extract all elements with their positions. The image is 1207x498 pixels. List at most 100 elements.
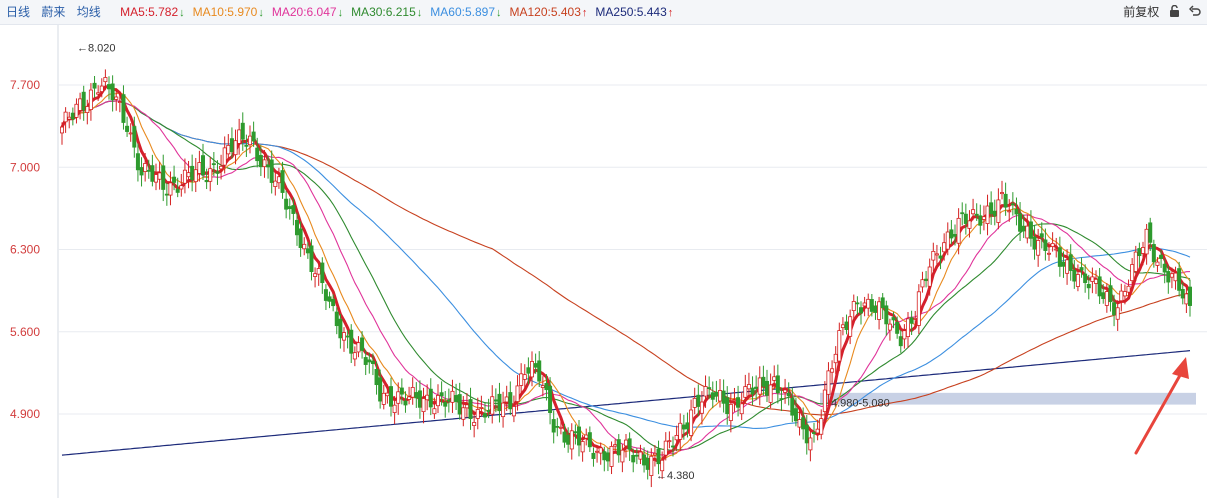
candle-down xyxy=(280,170,285,193)
candle-down xyxy=(378,377,383,402)
candle-up xyxy=(490,396,495,415)
candle-up xyxy=(609,446,614,467)
lock-icon[interactable] xyxy=(1169,4,1183,19)
candle-up xyxy=(887,323,892,331)
candle-down xyxy=(482,413,487,418)
candle-down xyxy=(1018,213,1023,232)
candle-down xyxy=(70,112,75,120)
candle-down xyxy=(107,84,112,90)
candle-down xyxy=(1086,283,1091,289)
candle-down xyxy=(345,335,350,338)
candle-up xyxy=(913,317,918,320)
candle-up xyxy=(208,168,213,182)
candle-down xyxy=(334,311,339,327)
candle-up xyxy=(67,116,72,120)
candle-down xyxy=(110,83,115,101)
candle-up xyxy=(783,389,788,393)
candle-up xyxy=(313,273,318,277)
candle-down xyxy=(1072,269,1077,282)
candle-up xyxy=(117,101,122,103)
candle-down xyxy=(1188,286,1193,306)
candle-down xyxy=(1162,263,1167,273)
candle-down xyxy=(591,452,596,459)
candle-down xyxy=(1083,273,1088,284)
candle-up xyxy=(193,169,198,183)
candle-up xyxy=(598,447,603,454)
arrow-down-icon: ↓ xyxy=(496,7,502,19)
candle-down xyxy=(132,126,137,148)
candle-down xyxy=(750,387,755,395)
tab-ma[interactable]: 均线 xyxy=(77,5,101,19)
candle-up xyxy=(797,419,802,428)
candle-up xyxy=(739,403,744,415)
candle-down xyxy=(1057,247,1062,267)
candle-down xyxy=(1112,302,1117,316)
candle-down xyxy=(873,305,878,313)
candle-up xyxy=(689,409,694,436)
tab-period[interactable]: 日线 xyxy=(6,5,30,19)
candle-up xyxy=(425,394,430,401)
candle-up xyxy=(63,111,68,123)
candle-up xyxy=(479,407,484,409)
candle-up xyxy=(678,422,683,440)
candle-down xyxy=(855,302,860,305)
candle-up xyxy=(1155,261,1160,266)
candle-down xyxy=(775,375,780,394)
candle-down xyxy=(493,399,498,402)
candle-up xyxy=(663,440,668,456)
candle-down xyxy=(370,360,375,364)
candle-up xyxy=(186,172,191,178)
tab-symbol[interactable]: 蔚来 xyxy=(41,5,65,19)
candle-down xyxy=(634,454,639,457)
candle-up xyxy=(182,169,187,184)
undo-icon[interactable] xyxy=(1188,5,1201,19)
adjust-button[interactable]: 前复权 xyxy=(1123,5,1159,19)
candle-down xyxy=(266,164,271,168)
candle-down xyxy=(681,424,686,430)
candle-down xyxy=(602,451,607,461)
candle-up xyxy=(699,401,704,414)
candle-down xyxy=(526,367,531,374)
candle-down xyxy=(229,138,234,153)
candle-up xyxy=(381,392,386,405)
high-price-label: ←8.020 xyxy=(77,42,116,54)
candle-up xyxy=(1115,307,1120,320)
candle-down xyxy=(754,386,759,389)
candle-down xyxy=(573,431,578,434)
candle-up xyxy=(128,132,133,135)
candlestick-chart[interactable]: 7.700 7.000 6.300 5.600 4.900 ←8.020 ←4.380 4.… xyxy=(0,25,1207,498)
candle-down xyxy=(587,432,592,448)
candle-down xyxy=(139,167,144,176)
candle-up xyxy=(247,135,252,146)
candle-down xyxy=(255,147,260,162)
candle-up xyxy=(302,243,307,250)
candle-down xyxy=(891,317,896,321)
candle-down xyxy=(710,392,715,400)
candle-down xyxy=(1177,268,1182,291)
candle-down xyxy=(323,289,328,301)
arrow-down-icon: ↓ xyxy=(179,7,185,19)
y-tick-label: 6.300 xyxy=(10,243,40,257)
candle-up xyxy=(273,180,278,187)
candle-up xyxy=(862,302,867,307)
candle-down xyxy=(1151,244,1156,263)
candle-up xyxy=(1000,192,1005,195)
pointer-arrow xyxy=(1134,368,1185,455)
candle-down xyxy=(1039,233,1044,238)
candle-up xyxy=(927,266,932,287)
candle-up xyxy=(410,387,415,398)
candle-up xyxy=(638,451,643,460)
candle-up xyxy=(840,324,845,329)
candle-down xyxy=(269,159,274,183)
candle-down xyxy=(631,454,636,463)
candle-up xyxy=(1130,264,1135,282)
candle-up xyxy=(1050,242,1055,247)
candle-down xyxy=(898,336,903,347)
candle-down xyxy=(190,165,195,181)
candle-up xyxy=(96,92,101,95)
candle-down xyxy=(135,153,140,171)
candle-up xyxy=(475,409,480,419)
candle-down xyxy=(446,399,451,402)
candle-up xyxy=(88,89,93,110)
candle-down xyxy=(627,438,632,450)
